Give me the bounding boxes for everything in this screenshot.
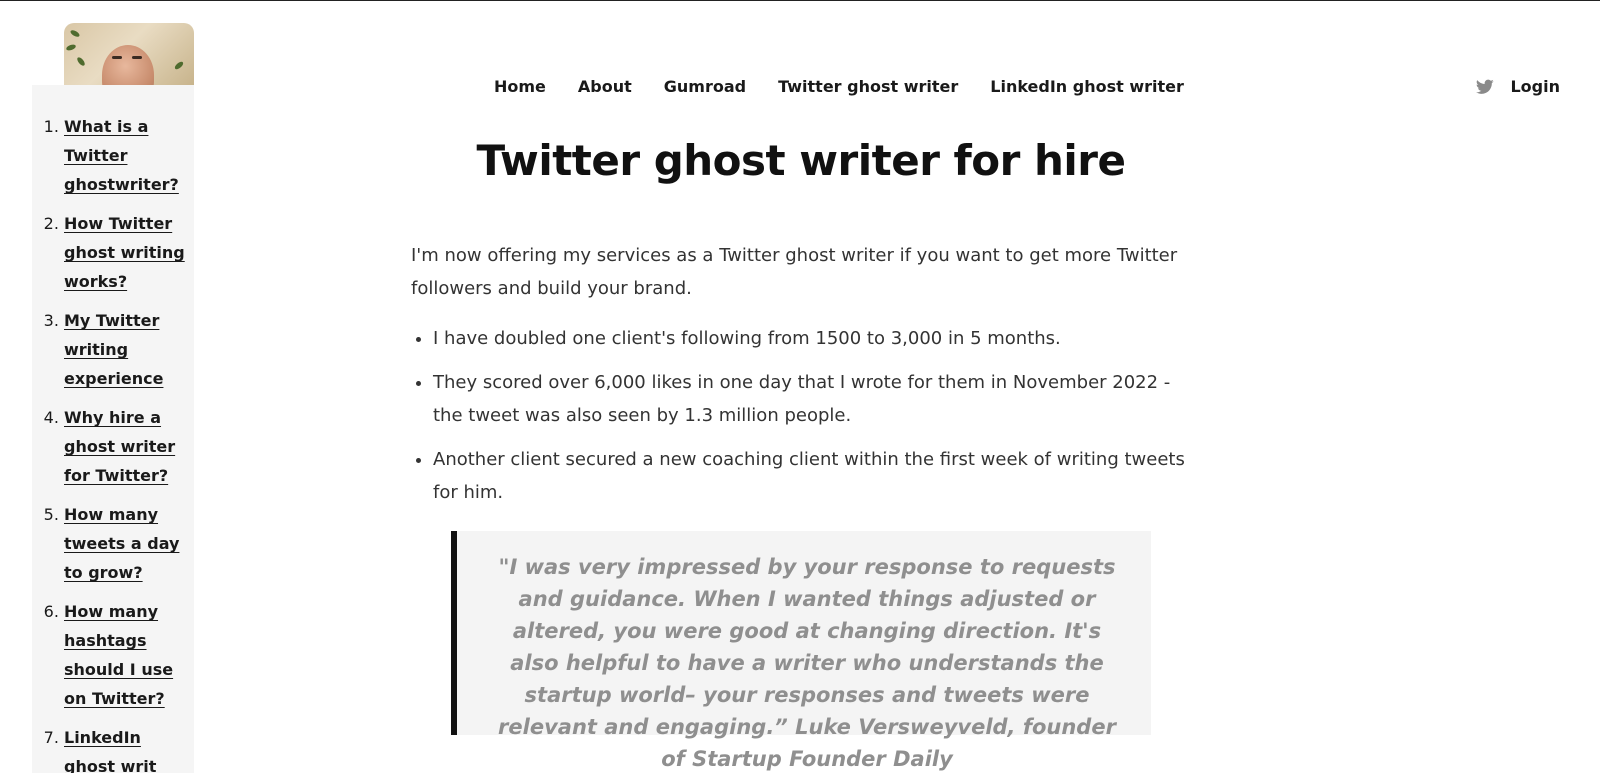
toc-item: What is a Twitter ghostwriter? [64, 112, 194, 199]
nav-right: Login [1476, 77, 1560, 96]
avatar-eye [112, 56, 122, 59]
toc-list: What is a Twitter ghostwriter? How Twitt… [32, 85, 194, 773]
twitter-icon[interactable] [1476, 79, 1495, 95]
toc-link[interactable]: LinkedIn ghost writ [64, 728, 156, 773]
main-content: Twitter ghost writer for hire I'm now of… [411, 133, 1191, 771]
toc-item: My Twitter writing experience [64, 306, 194, 393]
intro-paragraph: I'm now offering my services as a Twitte… [411, 245, 1178, 299]
leaf-decoration [173, 60, 185, 71]
toc-item: Why hire a ghost writer for Twitter? [64, 403, 194, 490]
leaf-decoration [65, 43, 77, 52]
list-item: I have doubled one client's following fr… [433, 322, 1191, 355]
toc-item: How many hashtags should I use on Twitte… [64, 597, 194, 713]
toc-link[interactable]: My Twitter writing experience [64, 311, 163, 388]
toc-item: How many tweets a day to grow? [64, 500, 194, 587]
toc-link[interactable]: How many tweets a day to grow? [64, 505, 179, 582]
nav-link-home[interactable]: Home [494, 77, 546, 96]
list-item: Another client secured a new coaching cl… [433, 443, 1191, 509]
leaf-decoration [75, 56, 87, 67]
login-link[interactable]: Login [1510, 77, 1560, 96]
testimonial-quote: "I was very impressed by your response t… [451, 531, 1151, 771]
nav-links: Home About Gumroad Twitter ghost writer … [494, 77, 1184, 96]
list-item: They scored over 6,000 likes in one day … [433, 366, 1191, 432]
page-title: Twitter ghost writer for hire [476, 136, 1127, 185]
achievements-list: I have doubled one client's following fr… [411, 322, 1191, 509]
toc-link[interactable]: Why hire a ghost writer for Twitter? [64, 408, 175, 485]
toc-link[interactable]: How many hashtags should I use on Twitte… [64, 602, 173, 708]
table-of-contents: What is a Twitter ghostwriter? How Twitt… [32, 85, 194, 773]
avatar[interactable] [64, 23, 194, 85]
toc-link[interactable]: How Twitter ghost writing works? [64, 214, 185, 291]
page: What is a Twitter ghostwriter? How Twitt… [0, 0, 1600, 773]
nav-link-gumroad[interactable]: Gumroad [664, 77, 746, 96]
top-navigation: Home About Gumroad Twitter ghost writer … [0, 77, 1600, 101]
toc-item: How Twitter ghost writing works? [64, 209, 194, 296]
nav-link-about[interactable]: About [578, 77, 632, 96]
toc-item: LinkedIn ghost writ [64, 723, 194, 773]
toc-link[interactable]: What is a Twitter ghostwriter? [64, 117, 179, 194]
leaf-decoration [69, 28, 81, 39]
avatar-eye [132, 56, 142, 59]
nav-link-linkedin-ghost-writer[interactable]: LinkedIn ghost writer [990, 77, 1184, 96]
nav-link-twitter-ghost-writer[interactable]: Twitter ghost writer [778, 77, 958, 96]
